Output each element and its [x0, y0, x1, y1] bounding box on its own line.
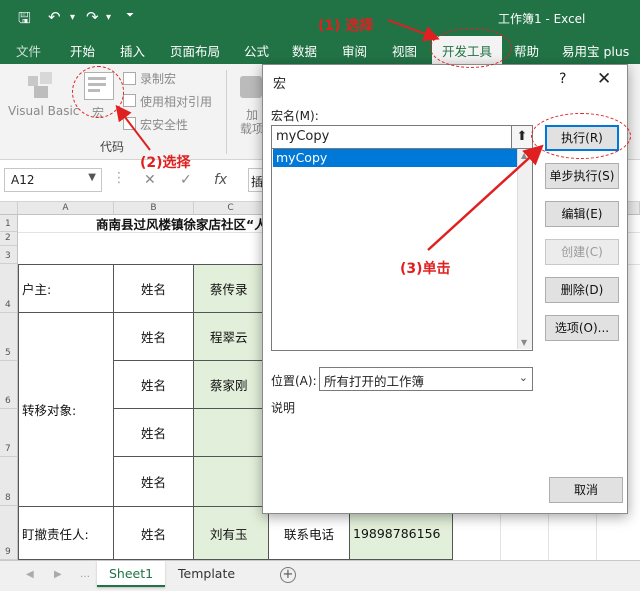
annotation-arrows: [115, 19, 544, 251]
